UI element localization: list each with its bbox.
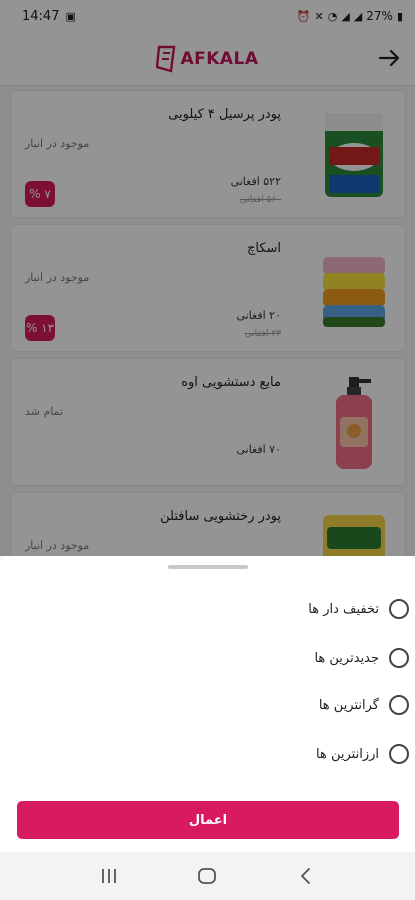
sort-option-cheapest[interactable]: ارزانترین ها [269, 738, 409, 770]
system-nav-bar [0, 852, 415, 900]
modal-backdrop[interactable] [0, 0, 415, 556]
sort-option-most-expensive[interactable]: گرانترین ها [269, 689, 409, 721]
drag-handle[interactable] [168, 565, 248, 569]
home-icon [198, 868, 217, 884]
sort-option-label: ارزانترین ها [316, 746, 379, 762]
sort-option-label: تخفیف دار ها [308, 601, 379, 617]
recents-icon [102, 869, 117, 883]
recents-button[interactable] [89, 856, 129, 896]
home-button[interactable] [187, 856, 227, 896]
sort-option-label: گرانترین ها [318, 697, 379, 713]
radio-button[interactable] [389, 695, 409, 715]
radio-button[interactable] [389, 744, 409, 764]
radio-button[interactable] [389, 599, 409, 619]
sort-option-discounted[interactable]: تخفیف دار ها [269, 593, 409, 625]
sort-bottom-sheet: تخفیف دار ها جدیدترین ها گرانترین ها ارز… [0, 556, 415, 852]
sort-option-label: جدیدترین ها [314, 650, 379, 666]
back-icon [300, 868, 310, 884]
radio-button[interactable] [389, 648, 409, 668]
back-button[interactable] [286, 856, 326, 896]
sort-option-newest[interactable]: جدیدترین ها [269, 642, 409, 674]
apply-button[interactable]: اعمال [17, 801, 399, 839]
